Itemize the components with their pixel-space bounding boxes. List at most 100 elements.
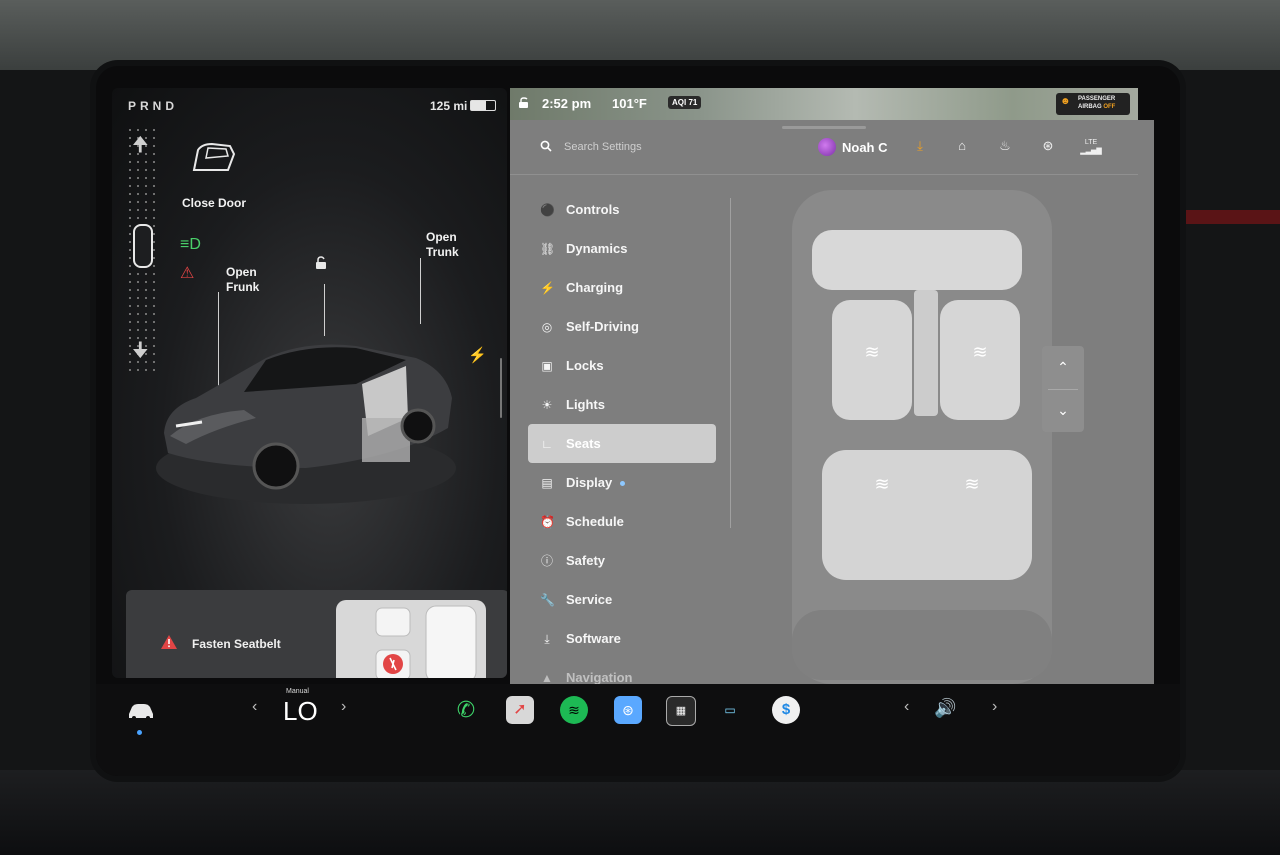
theater-icon[interactable]: $: [772, 696, 800, 724]
menu-item-label: Controls: [566, 202, 620, 217]
info-icon: ⓘ: [540, 554, 553, 568]
outside-temperature: 101°F: [612, 96, 647, 111]
airbag-label-2: AIRBAG OFF: [1078, 104, 1115, 110]
header-divider: [510, 174, 1138, 175]
menu-item-dynamics[interactable]: ⛓ Dynamics: [528, 229, 716, 268]
display-icon: ▤: [541, 476, 553, 490]
car-top-icon: [133, 224, 153, 268]
arrow-down-icon: 🠋: [132, 340, 149, 362]
spotify-icon[interactable]: ≋: [560, 696, 588, 724]
menu-item-label: Locks: [566, 358, 604, 373]
navigation-icon: ▲: [541, 671, 553, 685]
bell-icon[interactable]: ♨: [997, 138, 1013, 154]
menu-item-lights[interactable]: ☀ Lights: [528, 385, 716, 424]
menu-item-seats[interactable]: ∟ Seats: [528, 424, 716, 463]
menu-item-label: Charging: [566, 280, 624, 295]
open-frunk-button[interactable]: Open Frunk: [226, 265, 259, 295]
menu-item-self-driving[interactable]: ◎ Self-Driving: [528, 307, 716, 346]
wrench-icon: 🔧: [540, 593, 555, 607]
aqi-badge: AQI 71: [668, 96, 702, 109]
unlock-icon[interactable]: [314, 256, 328, 270]
status-bar-map: 2:52 pm 101°F AQI 71 ☻ PASSENGER AIRBAG …: [510, 88, 1138, 120]
phone-icon[interactable]: ✆: [452, 696, 480, 724]
menu-item-label: Safety: [566, 553, 606, 568]
seatbelt-alert-card[interactable]: Fasten Seatbelt: [126, 590, 507, 678]
avatar[interactable]: [818, 138, 836, 156]
download-icon: ⤓: [544, 632, 550, 646]
climate-mode: Manual: [286, 688, 309, 695]
lte-signal-icon: LTE ▂▃▅▇: [1080, 139, 1102, 155]
seat-occupancy-diagram: [336, 600, 486, 678]
app-launcher-icon[interactable]: ▦: [666, 696, 696, 726]
rear-bench[interactable]: [822, 450, 1032, 580]
battery-icon: [470, 100, 496, 111]
active-indicator: [137, 730, 142, 735]
menu-item-locks[interactable]: ▣ Locks: [528, 346, 716, 385]
menu-item-service[interactable]: 🔧 Service: [528, 580, 716, 619]
menu-item-charging[interactable]: ⚡ Charging: [528, 268, 716, 307]
open-frunk-label-2: Frunk: [226, 280, 260, 294]
bottom-dock: ‹ Manual LO › ✆ ➚ ≋ ⊛ ▦ ▭ $ ‹ 🔊 ›: [96, 684, 1180, 776]
menu-item-label: Navigation: [566, 670, 633, 685]
open-trunk-button[interactable]: Open Trunk: [426, 230, 459, 260]
download-icon[interactable]: ⤓: [912, 138, 928, 154]
warning-triangle-icon: [161, 635, 177, 649]
chevron-down-icon[interactable]: ⌄: [1042, 389, 1084, 432]
svg-text:≋: ≋: [964, 474, 979, 495]
toybox-icon[interactable]: ▭: [716, 696, 744, 724]
menu-item-safety[interactable]: ⓘ Safety: [528, 541, 716, 580]
alert-message: Fasten Seatbelt: [192, 637, 281, 651]
profile-name[interactable]: Noah C: [842, 140, 888, 155]
airbag-icon: ☻: [1060, 96, 1071, 107]
garage-icon[interactable]: ⌂: [954, 138, 970, 154]
door-icon[interactable]: [188, 140, 240, 176]
settings-panel: Noah C ⤓ ⌂ ♨ ⊛ LTE▂▃▅▇ ⚫ Controls ⛓ Dyna…: [510, 120, 1154, 685]
menu-item-label: Display: [566, 475, 613, 490]
sun-icon: ☀: [541, 398, 553, 412]
menu-item-controls[interactable]: ⚫ Controls: [528, 190, 716, 229]
alarm-icon: ⏰: [540, 515, 555, 529]
chevron-up-icon[interactable]: ⌃: [1042, 346, 1084, 389]
navigation-app-icon[interactable]: ➚: [506, 696, 534, 724]
airbag-label-word: AIRBAG: [1078, 104, 1102, 110]
search-settings-input[interactable]: [562, 135, 786, 159]
car-icon: ⛓: [540, 242, 556, 256]
bluetooth-icon[interactable]: ⊛: [1040, 138, 1056, 154]
menu-item-display[interactable]: ▤ Display: [528, 463, 716, 502]
volume-increase-icon[interactable]: ›: [992, 698, 997, 716]
background-bottom: [0, 770, 1280, 855]
temp-decrease-icon[interactable]: ‹: [252, 698, 257, 716]
search-icon: [540, 140, 552, 152]
cabin-seat-diagram: ≋ ≋ ≋ ≋: [792, 190, 1052, 684]
seat-position-control: ⌃ ⌄: [1042, 346, 1084, 432]
gear-shift-strip[interactable]: 🠉 🠋: [126, 126, 158, 376]
unlock-status-icon[interactable]: [518, 97, 530, 109]
car-icon[interactable]: [126, 702, 156, 720]
menu-item-label: Software: [566, 631, 621, 646]
menu-item-label: Dynamics: [566, 241, 628, 256]
panel-grabber[interactable]: [782, 126, 866, 129]
range-readout: 125 mi: [430, 99, 468, 113]
volume-icon[interactable]: 🔊: [934, 698, 956, 719]
trunk-leader-line: [420, 258, 421, 324]
clock: 2:52 pm: [542, 96, 592, 111]
settings-menu: ⚫ Controls ⛓ Dynamics ⚡ Charging ◎ Self-…: [528, 190, 716, 697]
lte-label: LTE: [1084, 139, 1098, 146]
steering-wheel-icon: ◎: [541, 320, 553, 334]
passenger-airbag-status: ☻ PASSENGER AIRBAG OFF: [1056, 93, 1130, 115]
temp-increase-icon[interactable]: ›: [341, 698, 346, 716]
menu-item-label: Schedule: [566, 514, 624, 529]
menu-item-schedule[interactable]: ⏰ Schedule: [528, 502, 716, 541]
volume-decrease-icon[interactable]: ‹: [904, 698, 909, 716]
menu-item-software[interactable]: ⤓ Software: [528, 619, 716, 658]
menu-item-label: Self-Driving: [566, 319, 639, 334]
climate-temperature[interactable]: LO: [283, 696, 318, 727]
bluetooth-app-icon[interactable]: ⊛: [614, 696, 642, 724]
gear-indicator: PRND: [128, 99, 179, 113]
svg-text:≋: ≋: [864, 342, 879, 363]
update-dot: [620, 481, 625, 486]
charge-port-icon[interactable]: ⚡: [468, 346, 487, 364]
open-trunk-label-2: Trunk: [426, 245, 459, 259]
close-door-button[interactable]: Close Door: [182, 196, 246, 211]
toggle-icon: ⚫: [540, 203, 555, 217]
